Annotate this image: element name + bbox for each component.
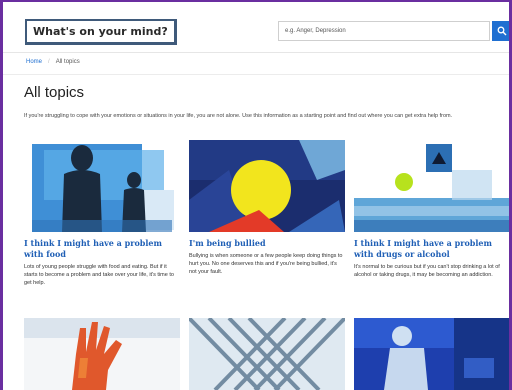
breadcrumb: Home / All topics <box>26 59 80 65</box>
site-logo[interactable]: What's on your mind? <box>25 19 177 45</box>
topic-description-bullied: Bullying is when someone or a few people… <box>189 253 343 275</box>
topic-image-row2-lines[interactable] <box>189 318 345 390</box>
topic-description-food: Lots of young people struggle with food … <box>24 264 174 286</box>
topic-image-row2-hand[interactable] <box>24 318 180 390</box>
topic-card-bullied[interactable]: I'm being bullied Bullying is when someo… <box>189 140 345 276</box>
breadcrumb-home-link[interactable]: Home <box>26 59 42 65</box>
topic-image-row2-figure[interactable] <box>354 318 510 390</box>
page-title: All topics <box>24 84 85 101</box>
breadcrumb-separator: / <box>48 59 50 65</box>
header-divider <box>3 52 509 53</box>
page-intro: If you're struggling to cope with your e… <box>24 113 453 119</box>
site-header: What's on your mind? e.g. Anger, Depress… <box>3 2 511 54</box>
topic-image-drugs-alcohol[interactable] <box>354 140 510 232</box>
topic-image-food[interactable] <box>24 140 180 232</box>
breadcrumb-divider <box>3 74 509 75</box>
topic-title-food[interactable]: I think I might have a problem with food <box>24 238 180 260</box>
search-icon <box>497 26 506 36</box>
search-input[interactable]: e.g. Anger, Depression <box>278 21 490 41</box>
breadcrumb-current: All topics <box>55 59 80 65</box>
topic-title-drugs-alcohol[interactable]: I think I might have a problem with drug… <box>354 238 510 260</box>
search-button[interactable] <box>492 21 511 41</box>
topic-title-bullied[interactable]: I'm being bullied <box>189 238 345 249</box>
topic-image-bullied[interactable] <box>189 140 345 232</box>
topic-card-drugs-alcohol[interactable]: I think I might have a problem with drug… <box>354 140 510 279</box>
topic-description-drugs-alcohol: It's normal to be curious but if you can… <box>354 264 500 278</box>
topic-card-food[interactable]: I think I might have a problem with food… <box>24 140 180 287</box>
